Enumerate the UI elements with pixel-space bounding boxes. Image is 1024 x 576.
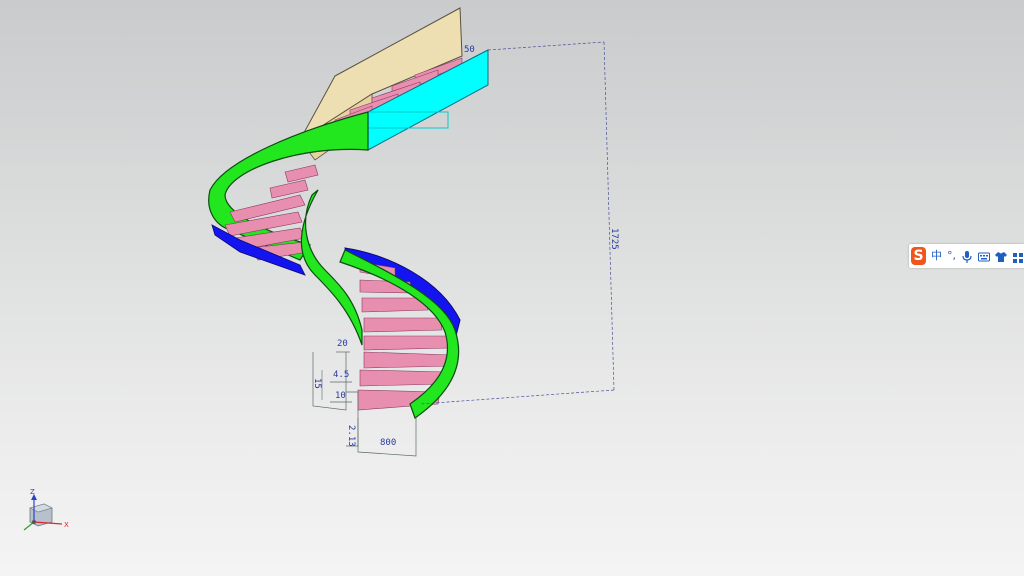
dim-height[interactable]: 1725 xyxy=(609,228,619,250)
z-axis-label: Z xyxy=(30,488,35,496)
dim-top-left[interactable]: 20 xyxy=(337,339,348,349)
microphone-icon[interactable] xyxy=(961,249,973,263)
ime-toolbar[interactable]: S 中 °, xyxy=(909,244,1024,268)
dim-width[interactable]: 800 xyxy=(380,438,396,448)
ime-punctuation-toggle[interactable]: °, xyxy=(947,247,956,265)
skin-icon[interactable] xyxy=(995,249,1007,263)
staircase-model[interactable]: 50 1725 20 15 4.5 10 2.13 800 xyxy=(0,0,1024,576)
x-axis-label: X xyxy=(64,521,69,529)
origin-icon xyxy=(32,520,36,524)
center-stringer[interactable] xyxy=(300,189,363,346)
grid-icon[interactable] xyxy=(1012,249,1024,263)
cad-viewport[interactable]: 50 1725 20 15 4.5 10 2.13 800 S 中 °, Z X xyxy=(0,0,1024,576)
dim-tread[interactable]: 4.5 xyxy=(333,370,349,380)
ime-logo[interactable]: S xyxy=(911,247,926,265)
keyboard-icon[interactable] xyxy=(978,249,990,263)
dim-first-step[interactable]: 2.13 xyxy=(346,425,356,447)
ime-mode-toggle[interactable]: 中 xyxy=(931,247,942,265)
dim-top[interactable]: 50 xyxy=(464,45,475,55)
dim-thickness[interactable]: 10 xyxy=(335,391,346,401)
dim-rise[interactable]: 15 xyxy=(312,378,322,389)
axis-triad[interactable]: Z X xyxy=(18,486,78,536)
